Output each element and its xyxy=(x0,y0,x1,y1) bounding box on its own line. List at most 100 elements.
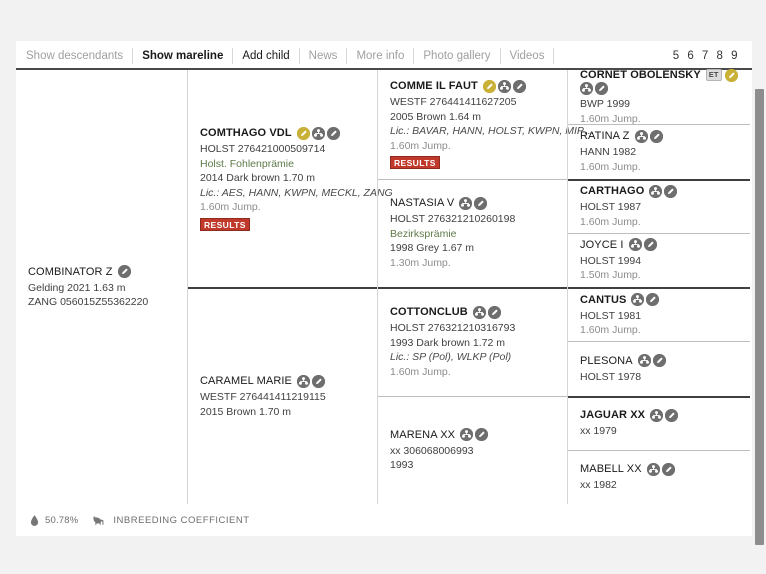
inbreeding-value-group: 50.78% xyxy=(28,514,78,527)
pencil-gold-icon[interactable] xyxy=(482,79,496,93)
pedigree-tree-icon[interactable] xyxy=(460,428,474,442)
horse-detail-line: Lic.: SP (Pol), WLKP (Pol) xyxy=(390,351,512,364)
pedigree-cell[interactable]: COMME IL FAUT WESTF 276441411627205 2005 B… xyxy=(378,70,594,179)
pedigree-cell[interactable]: CANTUS HOLST 1981 1.60m Jump. xyxy=(568,287,750,341)
pedigree-cell[interactable]: COTTONCLUB HOLST 276321210316793 1993 Dark… xyxy=(378,287,567,396)
pencil-icon[interactable] xyxy=(326,126,340,140)
horse-detail-line: HOLST 1978 xyxy=(580,370,642,383)
pedigree-cell[interactable]: COMBINATOR Z Gelding 2021 1.63 m ZANG 0560… xyxy=(16,70,187,504)
horse-icon xyxy=(93,515,104,525)
pencil-icon[interactable] xyxy=(661,462,675,476)
et-badge: ET xyxy=(705,69,722,82)
horse-detail-line: 1.60m Jump. xyxy=(580,215,641,228)
horse-name[interactable]: MARENA XX xyxy=(390,428,455,442)
horse-name-row: JOYCE I xyxy=(580,238,740,252)
pedigree-tree-icon[interactable] xyxy=(637,354,651,368)
pencil-icon[interactable] xyxy=(117,265,131,278)
toolbar-item-more-info[interactable]: More info xyxy=(347,47,415,64)
pencil-icon[interactable] xyxy=(487,305,501,319)
horse-name[interactable]: COMBINATOR Z xyxy=(28,265,113,279)
pedigree-tree-icon[interactable] xyxy=(311,126,325,140)
pedigree-cell[interactable]: MARENA XX xx 306068006993 1993 xyxy=(378,395,567,505)
horse-name[interactable]: PLESONA xyxy=(580,354,633,368)
toolbar-item-news[interactable]: News xyxy=(300,47,348,64)
pedigree-tree-icon[interactable] xyxy=(646,462,660,476)
pedigree-column-grandparents: COMME IL FAUT WESTF 276441411627205 2005 B… xyxy=(377,70,594,505)
pencil-icon[interactable] xyxy=(664,184,678,198)
pencil-icon[interactable] xyxy=(652,354,666,368)
horse-detail-line: 1.60m Jump. xyxy=(580,160,641,173)
horse-name-row: COTTONCLUB xyxy=(390,305,557,319)
pedigree-tree-icon[interactable] xyxy=(649,184,663,198)
horse-name[interactable]: RATINA Z xyxy=(580,129,630,143)
pedigree-cell[interactable]: MABELL XX xx 1982 xyxy=(568,449,750,504)
pencil-icon[interactable] xyxy=(665,408,679,422)
pencil-icon[interactable] xyxy=(512,79,526,93)
horse-detail-line: 1.60m Jump. xyxy=(200,201,261,214)
pencil-icon[interactable] xyxy=(643,238,657,252)
horse-name[interactable]: CORNET OBOLENSKY xyxy=(580,68,701,82)
pencil-icon[interactable] xyxy=(646,293,660,307)
pedigree-cell[interactable]: JAGUAR XX xx 1979 xyxy=(568,395,750,450)
horse-name-row: MABELL XX xyxy=(580,462,740,476)
pedigree-cell[interactable]: CARTHAGO HOLST 1987 1.60m Jump. xyxy=(568,178,750,233)
page-background: Show descendants Show mareline Add child Ne… xyxy=(0,0,766,574)
pencil-icon[interactable] xyxy=(474,196,488,210)
pedigree-tree-icon[interactable] xyxy=(296,374,310,388)
horse-name[interactable]: COMTHAGO VDL xyxy=(200,126,292,140)
blood-drop-icon xyxy=(30,514,39,526)
pedigree-cell[interactable]: CARAMEL MARIE WESTF 276441411219115 2015 B… xyxy=(188,287,377,504)
results-badge[interactable]: RESULTS xyxy=(200,217,250,231)
pedigree-tree-icon[interactable] xyxy=(459,196,473,210)
horse-detail-line: 1998 Grey 1.67 m xyxy=(390,242,475,255)
pedigree-cell[interactable]: JOYCE I HOLST 1994 1.50m Jump. xyxy=(568,232,750,287)
pencil-gold-icon[interactable] xyxy=(296,126,310,140)
toolbar-item-add-child[interactable]: Add child xyxy=(233,47,300,64)
pencil-icon[interactable] xyxy=(649,129,663,143)
horse-detail-line: HANN 1982 xyxy=(580,146,637,159)
vertical-scrollbar-track[interactable] xyxy=(752,41,766,545)
pencil-gold-icon[interactable] xyxy=(724,68,738,82)
pedigree-tree-icon[interactable] xyxy=(497,79,511,93)
pedigree-tree-icon[interactable] xyxy=(631,293,645,307)
horse-name-row: COMBINATOR Z xyxy=(28,265,177,279)
horse-detail-line: Lic.: AES, HANN, KWPN, MECKL, ZANG xyxy=(200,186,393,199)
horse-name-row: RATINA Z xyxy=(580,129,740,143)
horse-detail-line: 1.60m Jump. xyxy=(580,324,641,337)
horse-name[interactable]: COTTONCLUB xyxy=(390,305,468,319)
horse-name[interactable]: JAGUAR XX xyxy=(580,408,645,422)
horse-detail-line: HOLST 276321210260198 xyxy=(390,213,516,226)
pedigree-tree-icon[interactable] xyxy=(650,408,664,422)
results-badge[interactable]: RESULTS xyxy=(390,156,440,170)
horse-name[interactable]: JOYCE I xyxy=(580,238,624,252)
horse-name[interactable]: CARTHAGO xyxy=(580,184,644,198)
toolbar-item-show-descendants[interactable]: Show descendants xyxy=(26,47,134,64)
horse-name[interactable]: MABELL XX xyxy=(580,462,642,476)
horse-name[interactable]: CARAMEL MARIE xyxy=(200,374,292,388)
toolbar-item-show-mareline[interactable]: Show mareline xyxy=(133,47,234,64)
pedigree-cell[interactable]: RATINA Z HANN 1982 1.60m Jump. xyxy=(568,124,750,178)
horse-detail-line: xx 1982 xyxy=(580,479,617,492)
vertical-scrollbar-thumb[interactable] xyxy=(755,89,764,545)
horse-name-row: PLESONA xyxy=(580,354,740,368)
pedigree-cell[interactable]: CORNET OBOLENSKY ET BWP 1999 1.60m Jump. xyxy=(568,68,750,125)
pedigree-tree-icon[interactable] xyxy=(472,305,486,319)
horse-name[interactable]: COMME IL FAUT xyxy=(390,79,478,93)
horse-name[interactable]: CANTUS xyxy=(580,293,626,307)
pedigree-tree-icon[interactable] xyxy=(628,238,642,252)
pedigree-tree-icon[interactable] xyxy=(634,129,648,143)
pedigree-cell[interactable]: NASTASIA V HOLST 276321210260198 Bezirkspr… xyxy=(378,178,567,288)
pagination[interactable]: 5 6 7 8 9 xyxy=(673,50,744,62)
pedigree-cell[interactable]: COMTHAGO VDL HOLST 276421000509714 Holst. … xyxy=(188,70,393,287)
pedigree-tree-icon[interactable] xyxy=(580,82,593,96)
horse-name-row: MARENA XX xyxy=(390,428,557,442)
pedigree-cell[interactable]: PLESONA HOLST 1978 xyxy=(568,341,750,395)
horse-detail-line: 2014 Dark brown 1.70 m xyxy=(200,172,315,185)
pencil-icon[interactable] xyxy=(311,374,325,388)
pencil-icon[interactable] xyxy=(595,82,608,96)
horse-name[interactable]: NASTASIA V xyxy=(390,196,454,210)
pencil-icon[interactable] xyxy=(475,428,489,442)
horse-name-row: COMTHAGO VDL xyxy=(200,126,367,140)
toolbar-item-photo-gallery[interactable]: Photo gallery xyxy=(414,47,501,64)
toolbar-item-videos[interactable]: Videos xyxy=(501,47,555,64)
